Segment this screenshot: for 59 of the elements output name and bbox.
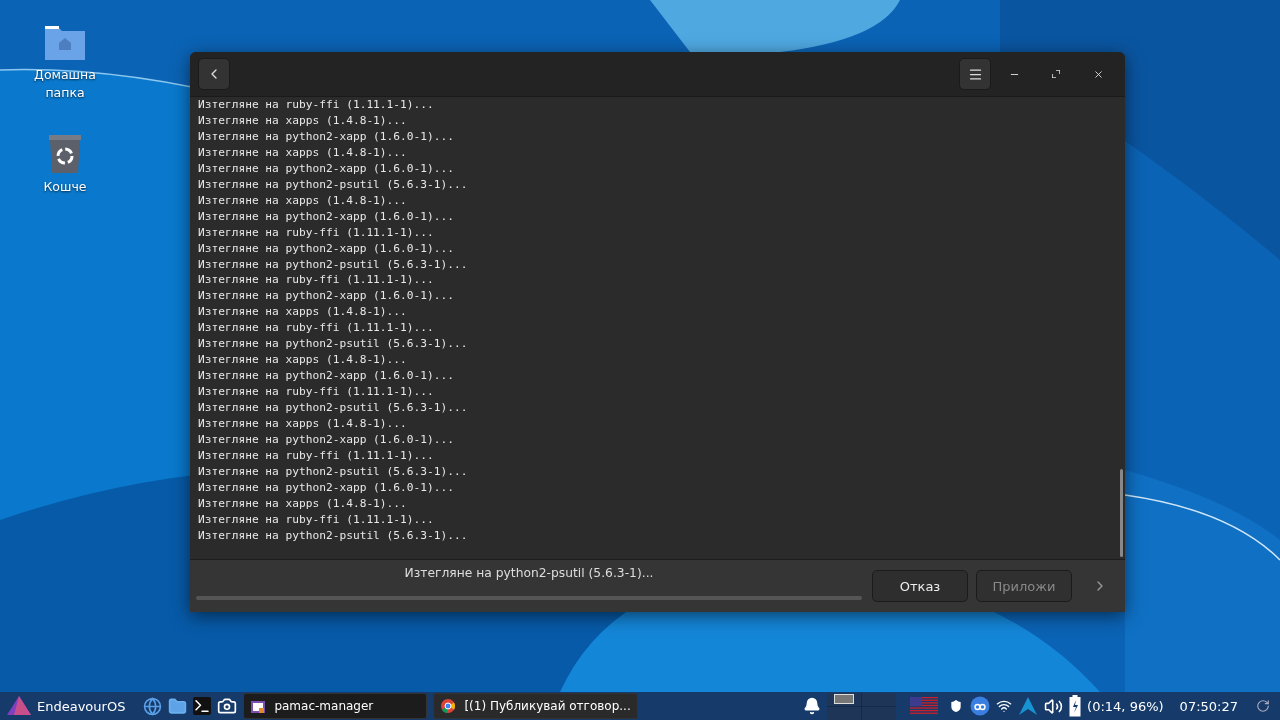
log-line: Изтегляне на xapps (1.4.8-1)...	[198, 495, 407, 512]
taskbar-button[interactable]: pamac-manager	[243, 693, 428, 719]
maximize-icon	[1052, 70, 1060, 78]
browser-icon	[440, 698, 457, 714]
battery-status: (0:14, 96%)	[1087, 698, 1164, 714]
log-line: Изтегляне на ruby-ffi (1.11.1-1)...	[198, 97, 434, 113]
close-icon	[1092, 68, 1104, 80]
log-line: Изтегляне на xapps (1.4.8-1)...	[198, 416, 407, 432]
log-line: Изтегляне на ruby-ffi (1.11.1-1)...	[198, 511, 434, 528]
clock[interactable]: 07:50:27	[1179, 698, 1238, 714]
folder-icon[interactable]	[168, 696, 188, 716]
home-folder-icon	[43, 24, 87, 62]
back-button[interactable]	[198, 58, 230, 90]
log-line: Изтегляне на ruby-ffi (1.11.1-1)...	[198, 320, 434, 337]
log-line: Изтегляне на python2-xapp (1.6.0-1)...	[198, 432, 454, 448]
log-line: Изтегляне на python2-xapp (1.6.0-1)...	[198, 479, 454, 496]
recycle-bin-icon	[48, 134, 82, 174]
logo	[6, 695, 32, 717]
globe-icon[interactable]	[143, 696, 163, 716]
camera-icon[interactable]	[217, 696, 238, 716]
log-line: Изтегляне на xapps (1.4.8-1)...	[198, 304, 407, 321]
log-line: Изтегляне на python2-psutil (5.6.3-1)...	[198, 336, 468, 353]
menu-button[interactable]	[959, 58, 991, 90]
battery-charging-icon[interactable]	[1069, 695, 1082, 717]
log-line: Изтегляне на python2-xapp (1.6.0-1)...	[198, 208, 454, 225]
log-line: Изтегляне на python2-psutil (5.6.3-1)...	[198, 400, 468, 417]
log-line: Изтегляне на ruby-ffi (1.11.1-1)...	[198, 272, 434, 289]
log-line: Изтегляне на python2-xapp (1.6.0-1)...	[198, 368, 454, 385]
log-line: Изтегляне на xapps (1.4.8-1)...	[198, 112, 407, 129]
log-line: Изтегляне на python2-psutil (5.6.3-1)...	[198, 463, 468, 480]
log-line: Изтегляне на python2-xapp (1.6.0-1)...	[198, 160, 454, 177]
log-line: Изтегляне на python2-xapp (1.6.0-1)...	[198, 128, 454, 145]
log-line: Изтегляне на xapps (1.4.8-1)...	[198, 192, 407, 209]
log-line: Изтегляне на ruby-ffi (1.11.1-1)...	[198, 384, 434, 401]
taskbar-button[interactable]: [(1) Публикувай отговор...	[433, 693, 638, 719]
log-line: Изтегляне на xapps (1.4.8-1)...	[198, 144, 407, 161]
cancel-button[interactable]: Отказ	[872, 570, 968, 602]
log-line: Изтегляне на ruby-ffi (1.11.1-1)...	[198, 224, 434, 241]
desktop-icon-label[interactable]: Домашна папка	[20, 66, 110, 102]
restart-icon[interactable]	[1256, 699, 1270, 713]
wifi-icon[interactable]	[996, 698, 1013, 714]
volume-icon[interactable]	[1044, 696, 1064, 716]
log-line: Изтегляне на python2-psutil (5.6.3-1)...	[198, 256, 468, 273]
scrollbar[interactable]	[1120, 469, 1123, 557]
log-line: Изтегляне на python2-psutil (5.6.3-1)...	[198, 176, 468, 193]
workspace-switcher[interactable]	[827, 692, 897, 720]
shield-icon[interactable]	[948, 698, 965, 714]
log-line: Изтегляне на python2-xapp (1.6.0-1)...	[198, 240, 454, 257]
log-line: Изтегляне на python2-xapp (1.6.0-1)...	[198, 288, 454, 305]
notification-bell-icon[interactable]	[803, 697, 822, 715]
status-text: Изтегляне на python2-psutil (5.6.3-1)...	[404, 566, 654, 580]
menu-icon	[967, 66, 983, 82]
terminal-icon[interactable]	[193, 697, 212, 715]
app-menu-button[interactable]: EndeavourOS	[6, 695, 126, 717]
desktop-icon-label[interactable]: Кошче	[43, 178, 87, 196]
log-line: Изтегляне на python2-psutil (5.6.3-1)...	[198, 527, 468, 544]
package-icon	[250, 698, 267, 714]
log-line: Изтегляне на ruby-ffi (1.11.1-1)...	[198, 447, 434, 464]
log-line: Изтегляне на xapps (1.4.8-1)...	[198, 352, 407, 369]
